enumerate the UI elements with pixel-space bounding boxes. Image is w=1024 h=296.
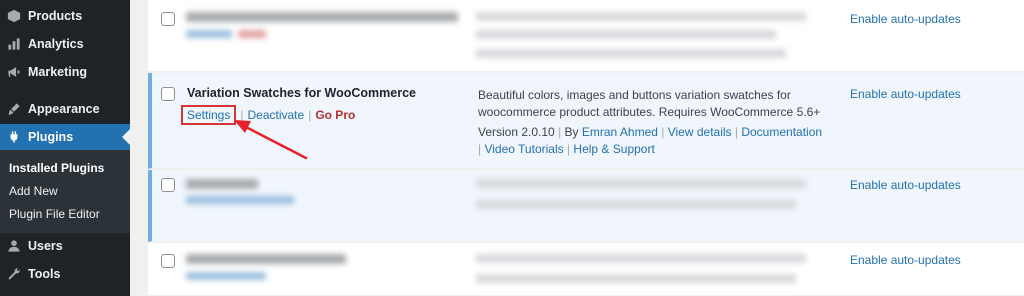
plugin-row: Enable auto-updates — [148, 170, 1024, 242]
menu-item-label: Marketing — [28, 65, 88, 79]
go-pro-link[interactable]: Go Pro — [315, 108, 355, 122]
appearance-icon — [0, 102, 28, 116]
plugin-checkbox[interactable] — [161, 254, 175, 268]
menu-item-plugins[interactable]: Plugins — [0, 124, 130, 150]
menu-item-products[interactable]: Products — [0, 3, 130, 29]
plugin-name: Variation Swatches for WooCommerce — [187, 86, 416, 100]
menu-item-label: Analytics — [28, 37, 84, 51]
users-icon — [0, 239, 28, 253]
blurred-description — [476, 12, 806, 21]
blurred-plugin-action — [238, 30, 266, 38]
menu-item-marketing[interactable]: Marketing — [0, 59, 130, 85]
blurred-description — [476, 274, 796, 283]
action-separator: | — [308, 108, 312, 122]
enable-auto-updates-link[interactable]: Enable auto-updates — [850, 178, 961, 192]
submenu-add-new[interactable]: Add New — [9, 184, 58, 198]
marketing-icon — [0, 65, 28, 79]
admin-sidebar: Products Analytics Marketing Appearance … — [0, 0, 130, 296]
plugin-row-actions: Settings | Deactivate | Go Pro — [181, 105, 355, 125]
author-link[interactable]: Emran Ahmed — [582, 125, 658, 139]
products-icon — [0, 9, 28, 23]
menu-item-label: Plugins — [28, 130, 74, 144]
menu-item-label: Appearance — [28, 102, 100, 116]
submenu-installed-plugins[interactable]: Installed Plugins — [9, 161, 104, 175]
menu-item-tools[interactable]: Tools — [0, 261, 130, 287]
submenu-plugin-file-editor[interactable]: Plugin File Editor — [9, 207, 100, 221]
action-separator: | — [240, 108, 244, 122]
plugin-version: Version 2.0.10 — [478, 125, 555, 139]
help-support-link[interactable]: Help & Support — [573, 142, 654, 156]
plugin-meta: Version 2.0.10 | By Emran Ahmed | View d… — [478, 124, 828, 158]
documentation-link[interactable]: Documentation — [741, 125, 822, 139]
blurred-meta — [476, 200, 796, 209]
plugin-row-variation-swatches: Variation Swatches for WooCommerce Setti… — [148, 73, 1024, 169]
blurred-plugin-name — [186, 179, 258, 189]
enable-auto-updates-link[interactable]: Enable auto-updates — [850, 253, 961, 267]
deactivate-link[interactable]: Deactivate — [247, 108, 304, 122]
blurred-plugin-action — [186, 272, 266, 280]
active-menu-arrow — [122, 129, 130, 145]
menu-item-label: Tools — [28, 267, 61, 281]
blurred-plugin-name — [186, 254, 346, 264]
menu-item-analytics[interactable]: Analytics — [0, 31, 130, 57]
plugin-row: Enable auto-updates — [148, 0, 1024, 72]
enable-auto-updates-link[interactable]: Enable auto-updates — [850, 12, 961, 26]
plugin-checkbox[interactable] — [161, 12, 175, 26]
menu-item-users[interactable]: Users — [0, 233, 130, 259]
tools-icon — [0, 267, 28, 281]
plugin-checkbox[interactable] — [161, 87, 175, 101]
view-details-link[interactable]: View details — [668, 125, 732, 139]
plugins-submenu: Installed Plugins Add New Plugin File Ed… — [0, 150, 130, 233]
menu-item-appearance[interactable]: Appearance — [0, 96, 130, 122]
video-tutorials-link[interactable]: Video Tutorials — [484, 142, 563, 156]
blurred-description — [476, 30, 776, 39]
settings-link[interactable]: Settings — [181, 105, 237, 125]
blurred-plugin-action — [186, 30, 232, 38]
menu-item-label: Users — [28, 239, 63, 253]
plugin-row: Enable auto-updates — [148, 243, 1024, 296]
blurred-plugin-action — [186, 196, 294, 204]
blurred-description — [476, 179, 806, 188]
menu-item-label: Products — [28, 9, 83, 23]
enable-auto-updates-link[interactable]: Enable auto-updates — [850, 87, 961, 101]
plugins-icon — [0, 130, 28, 144]
blurred-meta — [476, 49, 786, 58]
plugin-checkbox[interactable] — [161, 178, 175, 192]
by-prefix: By — [564, 125, 582, 139]
blurred-plugin-name — [186, 12, 458, 22]
plugins-list: Enable auto-updates Variation Swatches f… — [148, 0, 1024, 296]
analytics-icon — [0, 37, 28, 51]
plugin-description: Beautiful colors, images and buttons var… — [478, 88, 821, 119]
blurred-description — [476, 254, 806, 263]
